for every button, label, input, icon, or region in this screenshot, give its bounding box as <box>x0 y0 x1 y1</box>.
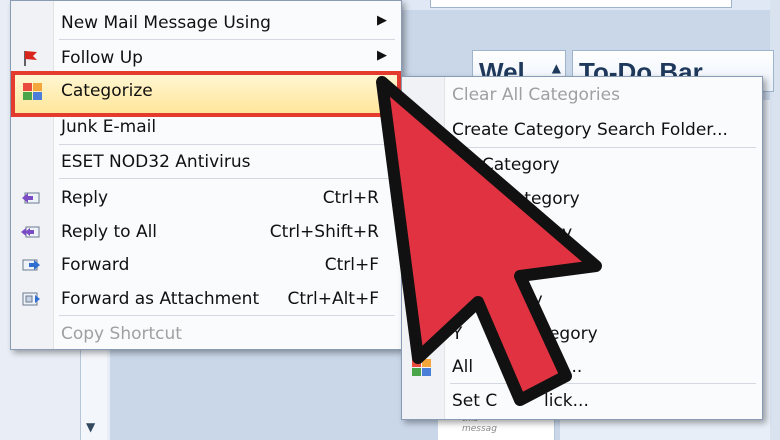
menu-separator <box>59 39 395 40</box>
reply-icon <box>21 189 41 207</box>
menu-item-forward-as-attachment[interactable]: Forward as Attachment Ctrl+Alt+F <box>11 283 401 315</box>
chevron-up-icon[interactable]: ▲ <box>552 61 561 75</box>
menu-item-shortcut: Ctrl+Shift+R <box>269 222 379 242</box>
menu-item-reply-to-all[interactable]: Reply to All Ctrl+Shift+R <box>11 216 401 248</box>
submenu-arrow-icon: ▶ <box>377 48 387 63</box>
menu-separator <box>59 144 395 145</box>
menu-item-label: Categorize <box>61 81 153 101</box>
menu-item-shortcut: Ctrl+Alt+F <box>287 289 379 309</box>
menu-item-label: Copy Shortcut <box>61 324 182 344</box>
menu-item-label: Follow Up <box>61 48 143 68</box>
context-menu: New Mail Message Using ▶ Follow Up ▶ Cat… <box>10 0 402 350</box>
menu-item-label: Junk E-mail <box>61 117 157 137</box>
search-box[interactable] <box>430 0 732 8</box>
forward-attachment-icon <box>21 290 41 308</box>
menu-item-follow-up[interactable]: Follow Up ▶ <box>11 42 401 74</box>
menu-item-label: Forward <box>61 255 130 275</box>
color-categories-icon <box>23 83 43 101</box>
menu-item-eset-nod32[interactable]: ESET NOD32 Antivirus <box>11 146 401 178</box>
menu-separator <box>59 315 395 316</box>
menu-item-label: New Mail Message Using <box>61 13 271 33</box>
pointer-arrow-icon <box>376 76 602 406</box>
menu-item-label: Reply <box>61 188 109 208</box>
menu-item-reply[interactable]: Reply Ctrl+R <box>11 182 401 214</box>
preview-line-2: messag <box>462 424 497 434</box>
menu-item-forward[interactable]: Forward Ctrl+F <box>11 249 401 281</box>
forward-icon <box>21 256 41 274</box>
scroll-down-arrow-icon[interactable]: ▼ <box>86 420 95 434</box>
menu-item-copy-shortcut: Copy Shortcut <box>11 318 401 350</box>
menu-item-label: Forward as Attachment <box>61 289 260 309</box>
reply-all-icon <box>21 223 41 241</box>
menu-item-label: Reply to All <box>61 222 158 242</box>
red-flag-icon <box>21 49 41 67</box>
menu-separator <box>59 178 395 179</box>
submenu-arrow-icon: ▶ <box>377 13 387 28</box>
menu-item-junk-email[interactable]: Junk E-mail <box>11 111 401 143</box>
menu-item-new-mail-message-using[interactable]: New Mail Message Using ▶ <box>11 7 401 39</box>
menu-item-label: ESET NOD32 Antivirus <box>61 152 251 172</box>
